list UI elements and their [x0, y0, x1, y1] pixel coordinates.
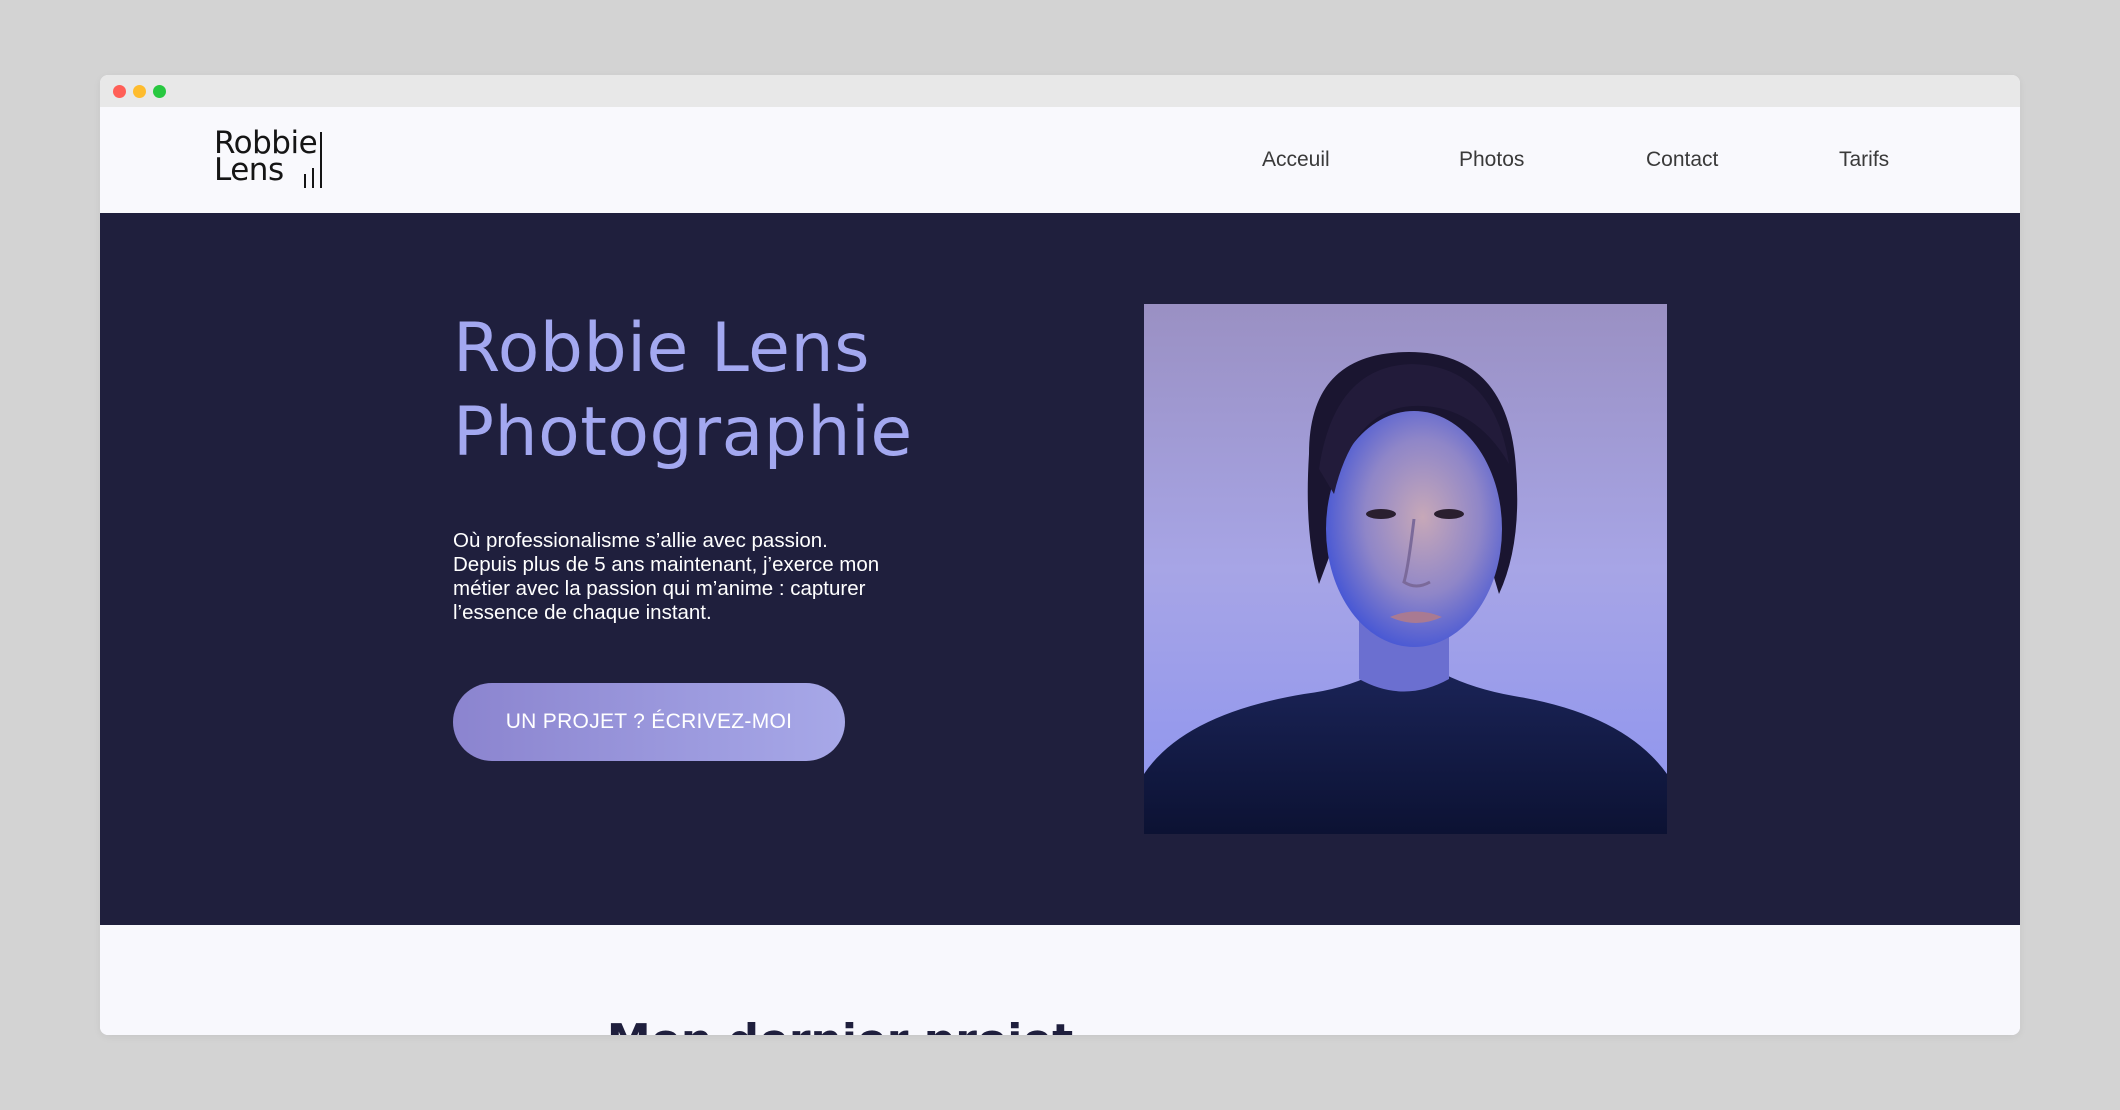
hero-title: Robbie Lens Photographie	[453, 307, 913, 475]
nav-link-tarifs[interactable]: Tarifs	[1839, 148, 1889, 172]
logo-bars-icon	[304, 132, 322, 188]
hero-title-line-2: Photographie	[453, 393, 913, 472]
hero-description: Où professionalisme s’allie avec passion…	[453, 529, 880, 624]
maximize-window-button[interactable]	[153, 84, 166, 98]
nav-link-photos[interactable]: Photos	[1459, 148, 1524, 172]
site-header: Robbie Lens Acceuil Photos Contact Tarif…	[100, 107, 2020, 213]
portrait-photo	[1144, 304, 1667, 834]
contact-cta-button[interactable]: UN PROJET ? ÉCRIVEZ-MOI	[453, 683, 845, 761]
hero-section: Robbie Lens Photographie Où professional…	[100, 213, 2020, 925]
nav-link-contact[interactable]: Contact	[1646, 148, 1718, 172]
nav-link-acceuil[interactable]: Acceuil	[1262, 148, 1330, 172]
latest-project-section: Mon dernier projet	[100, 925, 2020, 1035]
browser-window: Robbie Lens Acceuil Photos Contact Tarif…	[100, 75, 2020, 1035]
browser-titlebar	[100, 75, 2020, 107]
minimize-window-button[interactable]	[133, 84, 146, 98]
site-logo[interactable]: Robbie Lens	[214, 128, 324, 188]
hero-title-line-1: Robbie Lens	[453, 309, 871, 388]
section-title: Mon dernier projet	[100, 1015, 1800, 1035]
close-window-button[interactable]	[113, 84, 126, 98]
